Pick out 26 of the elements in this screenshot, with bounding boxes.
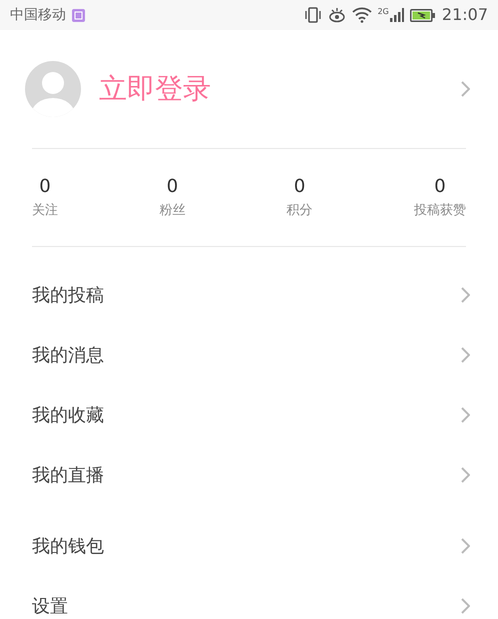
menu-item[interactable]: 设置 (0, 594, 498, 618)
stat-item[interactable]: 0 关注 (32, 176, 58, 220)
menu-item[interactable]: 我的钱包 (0, 534, 498, 558)
chevron-right-icon (461, 81, 470, 97)
menu-item[interactable]: 我的消息 (0, 343, 498, 367)
menu-item[interactable]: 我的直播 (0, 463, 498, 487)
menu-item[interactable]: 我的投稿 (0, 283, 498, 307)
chevron-right-icon (461, 347, 470, 363)
network-label: 2G (378, 8, 389, 16)
battery-charging-icon (410, 8, 436, 22)
stat-item[interactable]: 0 积分 (286, 176, 313, 220)
chevron-right-icon (461, 287, 470, 303)
stat-item[interactable]: 0 投稿获赞 (414, 176, 466, 220)
carrier-label: 中国移动 (10, 6, 66, 24)
chevron-right-icon (461, 598, 470, 614)
chevron-right-icon (461, 467, 470, 483)
chevron-right-icon (461, 407, 470, 423)
wifi-icon (352, 7, 372, 23)
chevron-right-icon (461, 538, 470, 554)
menu-item[interactable]: 我的收藏 (0, 403, 498, 427)
signal-icon (390, 8, 404, 22)
app-notification-icon (72, 8, 85, 22)
eye-icon (328, 7, 346, 23)
vibrate-icon (304, 7, 322, 23)
stat-item[interactable]: 0 粉丝 (159, 176, 186, 220)
clock-time: 21:07 (442, 4, 488, 26)
